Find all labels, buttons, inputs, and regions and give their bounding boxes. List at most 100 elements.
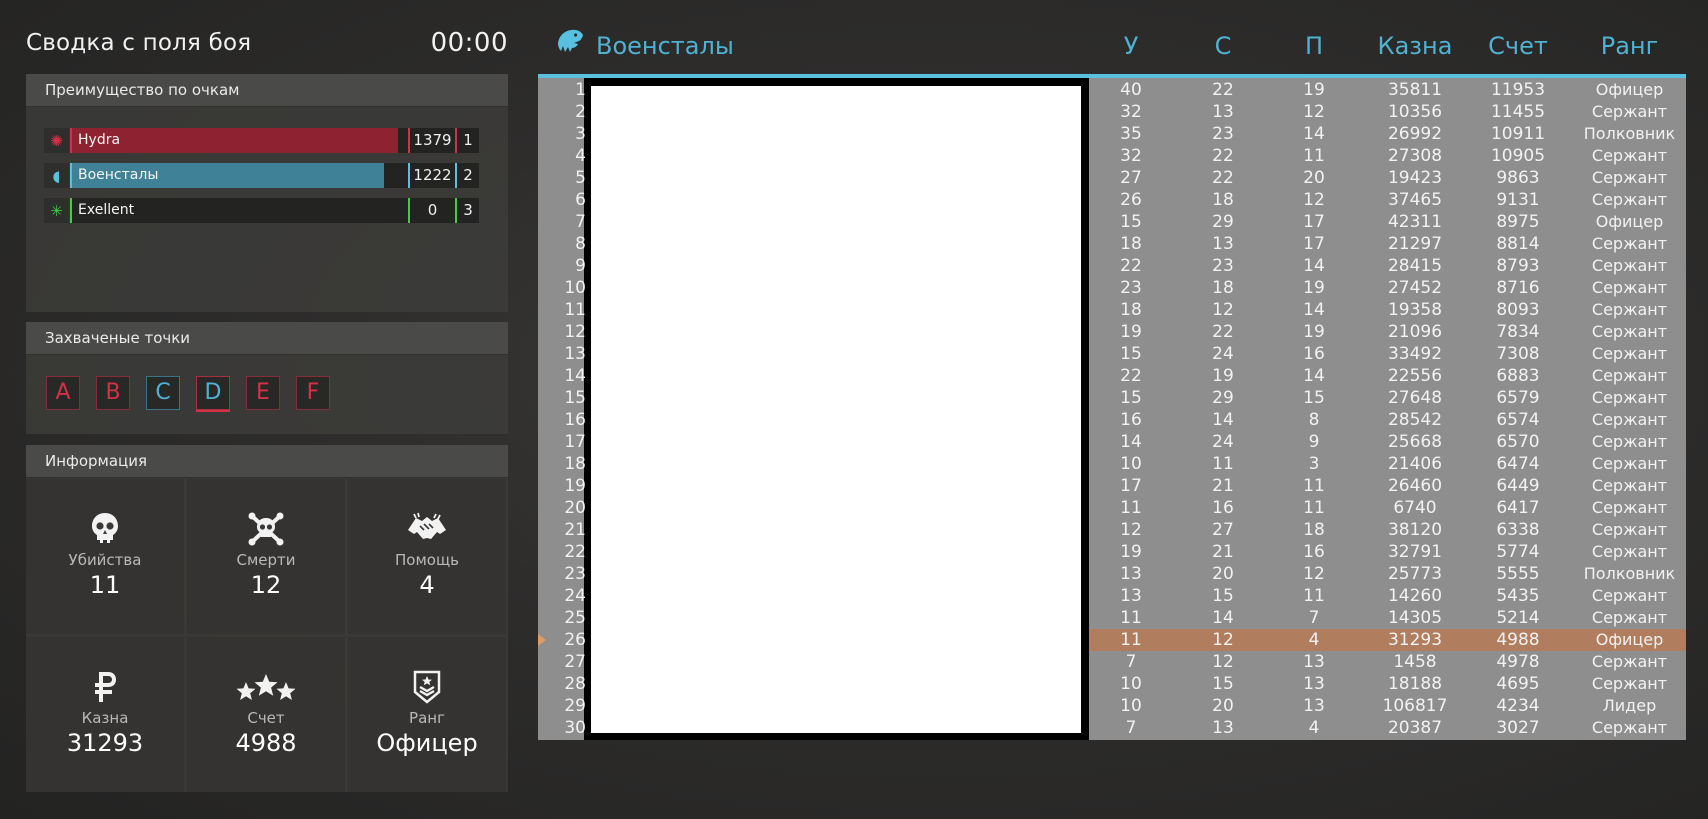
row-position: 17 [538,431,586,453]
cell-rank: Сержант [1591,300,1668,319]
cell-deaths: 13 [1212,234,1234,254]
scoreboard-row[interactable]: 21 12 27 18 38120 6338 Сержант [538,519,1686,541]
scoreboard-row[interactable]: 17 14 24 9 25668 6570 Сержант [538,431,1686,453]
score-value: 4988 [235,729,297,757]
cell-assists: 16 [1303,344,1325,364]
score-label: Счет [247,709,285,727]
cell-score: 4695 [1496,674,1540,694]
row-position: 5 [538,167,586,189]
rank-chevron-icon [348,669,506,705]
cell-score: 3027 [1496,718,1540,738]
column-header-deaths[interactable]: С [1193,32,1253,60]
cell-deaths: 15 [1212,674,1234,694]
scoreboard-row[interactable]: 12 19 22 19 21096 7834 Сержант [538,321,1686,343]
cell-kills: 14 [1120,432,1142,452]
row-position-number: 8 [575,234,586,254]
cell-deaths: 22 [1212,322,1234,342]
scoreboard-row[interactable]: 4 32 22 11 27308 10905 Сержант [538,145,1686,167]
scoreboard-row[interactable]: 25 11 14 7 14305 5214 Сержант [538,607,1686,629]
cell-treasury: 21297 [1387,234,1443,254]
column-header-treasury[interactable]: Казна [1360,32,1470,60]
cell-rank: Сержант [1591,366,1668,385]
rank-stat: Ранг Офицер [348,637,506,792]
cell-deaths: 29 [1212,388,1234,408]
capture-point-a: A [46,376,80,410]
scoreboard-row[interactable]: 2 32 13 12 10356 11455 Сержант [538,101,1686,123]
cell-assists: 17 [1303,234,1325,254]
cell-rank: Сержант [1591,410,1668,429]
capture-point-c: C [146,376,180,410]
cell-deaths: 14 [1212,410,1234,430]
capture-point-e: E [246,376,280,410]
scoreboard-row[interactable]: 11 18 12 14 19358 8093 Сержант [538,299,1686,321]
cell-assists: 9 [1308,432,1320,452]
cell-score: 8793 [1496,256,1540,276]
cell-rank: Сержант [1591,322,1668,341]
row-position: 2 [538,101,586,123]
row-position-number: 13 [564,344,586,364]
scoreboard-row[interactable]: 30 7 13 4 20387 3027 Сержант [538,717,1686,739]
scoreboard-row[interactable]: 1 40 22 19 35811 11953 Офицер [538,79,1686,101]
team-name: Exellent [78,202,135,218]
cell-rank: Полковник [1583,124,1676,143]
column-header-score[interactable]: Счет [1463,32,1573,60]
cell-treasury: 27452 [1387,278,1443,298]
cell-deaths: 20 [1212,696,1234,716]
scoreboard-row[interactable]: 13 15 24 16 33492 7308 Сержант [538,343,1686,365]
cell-assists: 14 [1303,256,1325,276]
cell-deaths: 23 [1212,256,1234,276]
cell-rank: Сержант [1591,432,1668,451]
cell-treasury: 19423 [1387,168,1443,188]
cell-deaths: 22 [1212,146,1234,166]
cell-treasury: 20387 [1387,718,1443,738]
info-title: Информация [26,445,508,478]
scoreboard-row[interactable]: 26 11 12 4 31293 4988 Офицер [538,629,1686,651]
scoreboard-row[interactable]: 24 13 15 11 14260 5435 Сержант [538,585,1686,607]
cell-assists: 7 [1308,608,1320,628]
cell-assists: 4 [1308,718,1320,738]
scoreboard-row[interactable]: 9 22 23 14 28415 8793 Сержант [538,255,1686,277]
cell-score: 7834 [1496,322,1540,342]
capture-point-b: B [96,376,130,410]
cell-score: 5435 [1496,586,1540,606]
scoreboard-row[interactable]: 10 23 18 19 27452 8716 Сержант [538,277,1686,299]
cell-kills: 27 [1120,168,1142,188]
cell-kills: 17 [1120,476,1142,496]
scoreboard-row[interactable]: 14 22 19 14 22556 6883 Сержант [538,365,1686,387]
cell-rank: Сержант [1591,476,1668,495]
cell-deaths: 16 [1212,498,1234,518]
cell-kills: 26 [1120,190,1142,210]
scoreboard-row[interactable]: 28 10 15 13 18188 4695 Сержант [538,673,1686,695]
scoreboard-row[interactable]: 3 35 23 14 26992 10911 Полковник [538,123,1686,145]
scoreboard-row[interactable]: 16 16 14 8 28542 6574 Сержант [538,409,1686,431]
cell-treasury: 32791 [1387,542,1443,562]
scoreboard-row[interactable]: 22 19 21 16 32791 5774 Сержант [538,541,1686,563]
cell-deaths: 29 [1212,212,1234,232]
scoreboard-row[interactable]: 7 15 29 17 42311 8975 Офицер [538,211,1686,233]
column-header-kills[interactable]: У [1101,32,1161,60]
row-position-number: 2 [575,102,586,122]
scoreboard-row[interactable]: 6 26 18 12 37465 9131 Сержант [538,189,1686,211]
scoreboard-row[interactable]: 8 18 13 17 21297 8814 Сержант [538,233,1686,255]
scoreboard-row[interactable]: 27 7 12 13 1458 4978 Сержант [538,651,1686,673]
cell-rank: Лидер [1602,696,1657,715]
scoreboard-row[interactable]: 5 27 22 20 19423 9863 Сержант [538,167,1686,189]
cell-score: 8716 [1496,278,1540,298]
cell-rank: Офицер [1595,630,1664,649]
scoreboard-row[interactable]: 23 13 20 12 25773 5555 Полковник [538,563,1686,585]
cell-assists: 17 [1303,212,1325,232]
cell-kills: 22 [1120,256,1142,276]
row-position-number: 23 [564,564,586,584]
cell-rank: Сержант [1591,146,1668,165]
cell-rank: Сержант [1591,718,1668,737]
scoreboard-row[interactable]: 20 11 16 11 6740 6417 Сержант [538,497,1686,519]
skull-crossbones-icon [187,511,345,547]
scoreboard-row[interactable]: 15 15 29 15 27648 6579 Сержант [538,387,1686,409]
cell-assists: 13 [1303,652,1325,672]
scoreboard-row[interactable]: 18 10 11 3 21406 6474 Сержант [538,453,1686,475]
column-header-rank[interactable]: Ранг [1573,32,1686,60]
column-header-assists[interactable]: П [1284,32,1344,60]
cell-treasury: 25668 [1387,432,1443,452]
scoreboard-row[interactable]: 19 17 21 11 26460 6449 Сержант [538,475,1686,497]
scoreboard-row[interactable]: 29 10 20 13 106817 4234 Лидер [538,695,1686,717]
